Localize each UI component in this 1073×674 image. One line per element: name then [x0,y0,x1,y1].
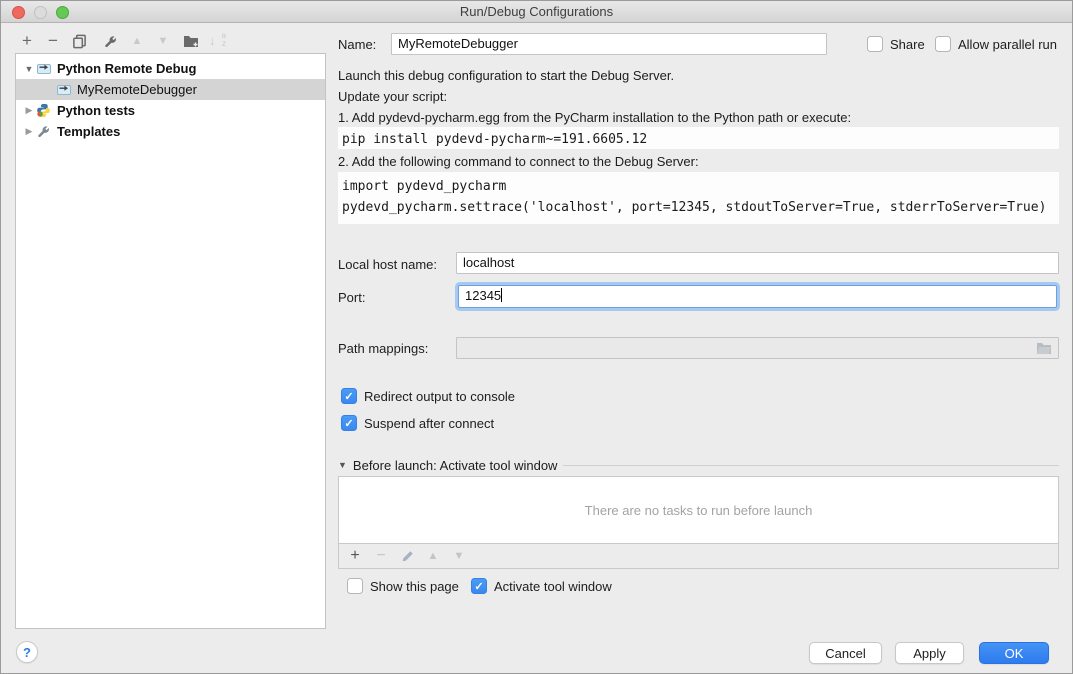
update-script-text: Update your script: [338,89,447,104]
edit-templates-icon[interactable] [100,31,120,51]
window-title: Run/Debug Configurations [1,4,1072,19]
redirect-output-checkbox[interactable]: Redirect output to console [341,388,515,404]
ok-button[interactable]: OK [979,642,1049,664]
allow-parallel-run-checkbox[interactable]: Allow parallel run [935,36,1057,52]
tree-item-python-tests[interactable]: ▶ Python tests [16,100,325,121]
intro-text: Launch this debug configuration to start… [338,68,674,83]
checkbox-checked-icon [471,578,487,594]
collapse-arrow-icon[interactable]: ▼ [338,460,347,470]
suspend-after-connect-checkbox[interactable]: Suspend after connect [341,415,494,431]
collapse-arrow-icon[interactable]: ▼ [22,64,36,74]
expand-arrow-icon[interactable]: ▶ [22,126,36,137]
copy-configuration-icon[interactable] [69,31,89,51]
before-launch-title: Before launch: Activate tool window [353,458,558,473]
python-tests-icon [36,103,53,118]
new-folder-icon[interactable] [181,31,201,51]
move-up-icon[interactable]: ▲ [127,31,147,51]
tree-item-python-remote-debug[interactable]: ▼ Python Remote Debug [16,58,325,79]
tasks-list[interactable]: There are no tasks to run before launch [339,477,1058,543]
name-input[interactable]: MyRemoteDebugger [391,33,827,55]
port-input[interactable]: 12345 [458,285,1057,308]
templates-wrench-icon [36,124,53,139]
help-button[interactable]: ? [16,641,38,663]
edit-task-icon[interactable] [397,546,417,566]
apply-button[interactable]: Apply [895,642,964,664]
local-host-name-label: Local host name: [338,257,437,272]
title-bar[interactable]: Run/Debug Configurations [1,1,1072,23]
checkbox-icon [867,36,883,52]
show-this-page-checkbox[interactable]: Show this page [347,578,459,594]
step1-text: 1. Add pydevd-pycharm.egg from the PyCha… [338,110,851,125]
move-task-up-icon[interactable]: ▲ [423,546,443,566]
before-launch-section-header[interactable]: ▼ Before launch: Activate tool window [338,457,1059,473]
tree-item-templates[interactable]: ▶ Templates [16,121,325,142]
cancel-button[interactable]: Cancel [809,642,882,664]
share-checkbox[interactable]: Share [867,36,925,52]
activate-tool-window-checkbox[interactable]: Activate tool window [471,578,612,594]
checkbox-icon [935,36,951,52]
tree-item-label: Python tests [57,103,135,118]
run-debug-configurations-dialog: Run/Debug Configurations + − ▲ ▼ ↓ a z ▼ [0,0,1073,674]
tree-item-myremotedebugger[interactable]: MyRemoteDebugger [16,79,325,100]
checkbox-checked-icon [341,415,357,431]
configurations-tree[interactable]: ▼ Python Remote Debug MyRemoteDebugger ▶… [15,53,326,629]
tree-item-label: Python Remote Debug [57,61,196,76]
browse-folder-icon[interactable] [1036,341,1052,358]
path-mappings-label: Path mappings: [338,341,428,356]
settrace-code-block: import pydevd_pycharm pydevd_pycharm.set… [338,172,1059,224]
no-tasks-message: There are no tasks to run before launch [585,503,813,518]
remove-configuration-icon[interactable]: − [43,31,63,51]
pip-install-command: pip install pydevd-pycharm~=191.6605.12 [338,127,1059,149]
expand-arrow-icon[interactable]: ▶ [22,105,36,116]
path-mappings-input[interactable] [456,337,1059,359]
tree-item-label: MyRemoteDebugger [77,82,197,97]
section-divider [563,465,1059,466]
tasks-toolbar: + − ▲ ▼ [339,543,1058,568]
sort-configurations-icon[interactable]: ↓ a z [208,31,228,51]
name-label: Name: [338,37,376,52]
add-configuration-icon[interactable]: + [17,31,37,51]
remote-debug-config-icon [36,61,53,76]
port-label: Port: [338,290,365,305]
move-down-icon[interactable]: ▼ [153,31,173,51]
remote-debug-config-icon [56,82,73,97]
local-host-name-input[interactable]: localhost [456,252,1059,274]
remove-task-icon[interactable]: − [371,546,391,566]
text-caret [501,288,502,302]
checkbox-icon [347,578,363,594]
checkbox-checked-icon [341,388,357,404]
tree-item-label: Templates [57,124,120,139]
move-task-down-icon[interactable]: ▼ [449,546,469,566]
step2-text: 2. Add the following command to connect … [338,154,699,169]
add-task-icon[interactable]: + [345,546,365,566]
before-launch-tasks-panel[interactable]: There are no tasks to run before launch … [338,476,1059,569]
